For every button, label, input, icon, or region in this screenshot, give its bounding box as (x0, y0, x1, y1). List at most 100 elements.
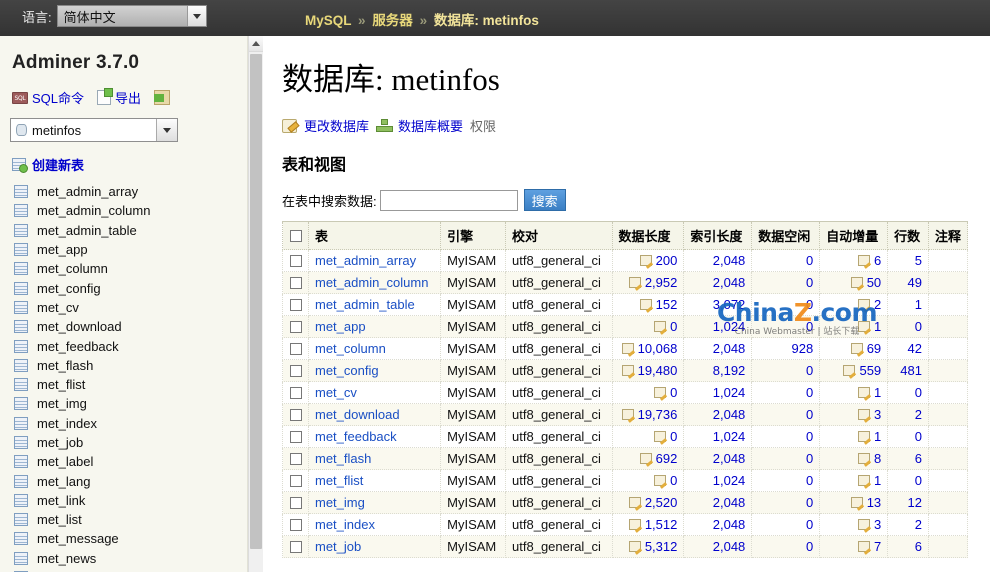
table-link[interactable]: met_admin_array (315, 253, 416, 268)
cell-auto-increment[interactable]: 13 (819, 491, 889, 514)
cell-table-name[interactable]: met_admin_table (307, 293, 442, 316)
select-all-header[interactable] (282, 221, 309, 250)
cell-table-name[interactable]: met_img (307, 491, 442, 514)
row-select-cell[interactable] (282, 447, 309, 470)
cell-data-length[interactable]: 152 (611, 293, 685, 316)
sidebar-table-link[interactable]: met_label (37, 454, 93, 469)
cell-data-length[interactable]: 0 (611, 315, 685, 338)
sidebar-table-item[interactable]: met_img (0, 394, 247, 413)
sidebar-table-item[interactable]: met_admin_column (0, 201, 247, 220)
scrollbar-thumb[interactable] (250, 54, 262, 549)
sidebar-table-item[interactable]: met_config (0, 278, 247, 297)
create-table-label[interactable]: 创建新表 (32, 155, 84, 174)
row-checkbox[interactable] (289, 541, 302, 553)
col-header-index-length[interactable]: 索引长度 (683, 221, 753, 250)
sidebar-table-link[interactable]: met_job (37, 435, 83, 450)
sidebar-table-item[interactable]: met_download (0, 317, 247, 336)
cell-table-name[interactable]: met_download (307, 403, 442, 426)
row-select-cell[interactable] (282, 469, 309, 492)
language-select[interactable]: 简体中文 (56, 5, 207, 27)
cell-data-length[interactable]: 2,952 (611, 271, 685, 294)
cell-auto-increment[interactable]: 3 (819, 403, 889, 426)
sidebar-table-item[interactable]: met_link (0, 491, 247, 510)
sidebar-table-item[interactable]: met_admin_array (0, 182, 247, 201)
sidebar-table-item[interactable]: met_cv (0, 298, 247, 317)
col-header-auto-increment[interactable]: 自动增量 (819, 221, 889, 250)
table-link[interactable]: met_admin_column (315, 275, 428, 290)
sidebar-table-item[interactable]: met_column (0, 259, 247, 278)
select-all-checkbox[interactable] (289, 230, 302, 242)
sidebar-table-item[interactable]: met_app (0, 240, 247, 259)
cell-auto-increment[interactable]: 3 (819, 513, 889, 536)
cell-table-name[interactable]: met_feedback (307, 425, 442, 448)
row-checkbox[interactable] (289, 453, 302, 465)
row-checkbox[interactable] (289, 387, 302, 399)
cell-table-name[interactable]: met_admin_array (307, 249, 442, 272)
cell-data-length[interactable]: 10,068 (611, 337, 685, 360)
sidebar-table-item[interactable]: met_label (0, 452, 247, 471)
cell-auto-increment[interactable]: 50 (819, 271, 889, 294)
sidebar-table-item[interactable]: met_flist (0, 375, 247, 394)
cell-table-name[interactable]: met_flash (307, 447, 442, 470)
sidebar-table-link[interactable]: met_column (37, 261, 108, 276)
row-select-cell[interactable] (282, 249, 309, 272)
sidebar-table-item[interactable]: met_flash (0, 356, 247, 375)
table-link[interactable]: met_admin_table (315, 297, 415, 312)
row-select-cell[interactable] (282, 425, 309, 448)
cell-data-length[interactable]: 2,520 (611, 491, 685, 514)
sidebar-table-link[interactable]: met_message (37, 531, 119, 546)
cell-table-name[interactable]: met_column (307, 337, 442, 360)
sidebar-table-link[interactable]: met_index (37, 416, 97, 431)
sidebar-table-item[interactable]: met_news (0, 549, 247, 568)
cell-table-name[interactable]: met_index (307, 513, 442, 536)
cell-auto-increment[interactable]: 2 (819, 293, 889, 316)
sidebar-table-link[interactable]: met_flash (37, 358, 93, 373)
table-link[interactable]: met_index (315, 517, 375, 532)
sidebar-table-item[interactable]: met_feedback (0, 336, 247, 355)
sidebar-table-link[interactable]: met_cv (37, 300, 79, 315)
cell-auto-increment[interactable]: 69 (819, 337, 889, 360)
cell-auto-increment[interactable]: 7 (819, 535, 889, 558)
table-link[interactable]: met_img (315, 495, 365, 510)
cell-auto-increment[interactable]: 8 (819, 447, 889, 470)
table-link[interactable]: met_app (315, 319, 366, 334)
cell-data-length[interactable]: 1,512 (611, 513, 685, 536)
row-checkbox[interactable] (289, 299, 302, 311)
privileges-link[interactable]: 权限 (470, 116, 496, 135)
col-header-comment[interactable]: 注释 (927, 221, 969, 250)
row-select-cell[interactable] (282, 381, 309, 404)
alter-database-link[interactable]: 更改数据库 (304, 116, 369, 135)
row-select-cell[interactable] (282, 403, 309, 426)
cell-table-name[interactable]: met_flist (307, 469, 442, 492)
row-checkbox[interactable] (289, 431, 302, 443)
table-link[interactable]: met_flist (315, 473, 363, 488)
row-checkbox[interactable] (289, 365, 302, 377)
export-link[interactable]: 导出 (97, 88, 141, 107)
cell-data-length[interactable]: 0 (611, 469, 685, 492)
logout-link[interactable] (154, 90, 171, 105)
sql-command-link[interactable]: SQL SQL命令 (12, 88, 84, 107)
col-header-data-free[interactable]: 数据空闲 (751, 221, 821, 250)
cell-auto-increment[interactable]: 1 (819, 315, 889, 338)
sidebar-scrollbar[interactable] (248, 36, 263, 572)
database-select[interactable]: metinfos (10, 118, 178, 142)
col-header-engine[interactable]: 引擎 (440, 221, 507, 250)
row-checkbox[interactable] (289, 475, 302, 487)
sidebar-table-item[interactable]: met_list (0, 510, 247, 529)
sidebar-table-link[interactable]: met_flist (37, 377, 85, 392)
cell-data-length[interactable]: 200 (611, 249, 685, 272)
row-select-cell[interactable] (282, 535, 309, 558)
sidebar-table-link[interactable]: met_list (37, 512, 82, 527)
sidebar-table-link[interactable]: met_lang (37, 474, 90, 489)
search-button[interactable]: 搜索 (523, 189, 566, 211)
sidebar-table-item[interactable]: met_lang (0, 471, 247, 490)
cell-auto-increment[interactable]: 559 (819, 359, 889, 382)
database-schema-link[interactable]: 数据库概要 (398, 116, 463, 135)
col-header-collation[interactable]: 校对 (505, 221, 613, 250)
row-select-cell[interactable] (282, 513, 309, 536)
cell-data-length[interactable]: 19,736 (611, 403, 685, 426)
row-checkbox[interactable] (289, 277, 302, 289)
create-table-link[interactable]: 创建新表 (12, 155, 247, 174)
row-checkbox[interactable] (289, 255, 302, 267)
breadcrumb-server-type[interactable]: MySQL (305, 13, 351, 28)
